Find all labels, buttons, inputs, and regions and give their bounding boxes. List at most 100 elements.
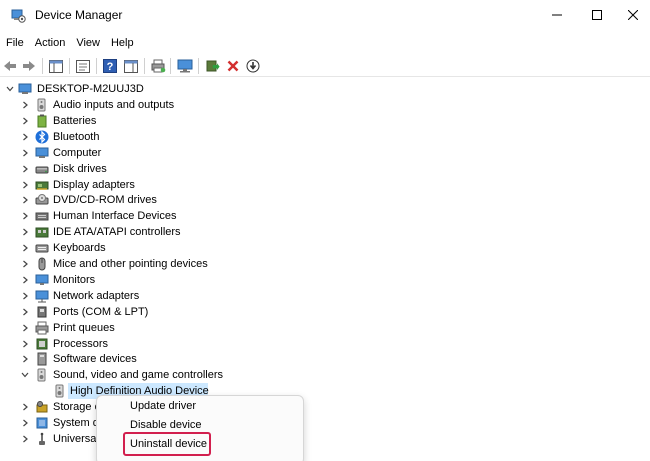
chevron-right-icon[interactable] — [20, 418, 30, 428]
close-button[interactable] — [614, 0, 650, 30]
tree-item-processors[interactable]: Processors — [0, 336, 300, 352]
tree-item-ports-com-lpt[interactable]: Ports (COM & LPT) — [0, 304, 300, 320]
tree-item-label: Display adapters — [53, 179, 135, 191]
menu-update-driver[interactable]: Update driver — [130, 400, 196, 412]
speaker-icon — [55, 384, 64, 398]
chevron-right-icon[interactable] — [20, 434, 30, 444]
properties-icon — [76, 59, 90, 73]
tree-item-batteries[interactable]: Batteries — [0, 113, 300, 129]
enable-device-button[interactable] — [244, 57, 262, 75]
tree-item-label: Print queues — [53, 322, 115, 334]
tree-item-label: Sound, video and game controllers — [53, 369, 223, 381]
tree-item-network-adapters[interactable]: Network adapters — [0, 288, 300, 304]
tree-item-label: Keyboards — [53, 242, 106, 254]
tree-item-label: IDE ATA/ATAPI controllers — [53, 226, 181, 238]
scan-hardware-changes-button[interactable] — [176, 57, 194, 75]
menu-disable-device[interactable]: Disable device — [130, 419, 202, 431]
chevron-right-icon[interactable] — [20, 132, 30, 142]
usb-icon — [39, 432, 45, 445]
tree-item-software-devices[interactable]: Software devices — [0, 351, 300, 367]
tree-item-ide-ata-atapi-controllers[interactable]: IDE ATA/ATAPI controllers — [0, 224, 300, 240]
chevron-right-icon[interactable] — [20, 402, 30, 412]
chevron-right-icon[interactable] — [20, 323, 30, 333]
menu-action[interactable]: Action — [29, 34, 71, 54]
storage-icon — [36, 401, 48, 413]
display-adapter-icon — [35, 181, 49, 190]
show-hide-console-tree-button[interactable] — [47, 57, 65, 75]
tree-item-sound-video-and-game-controllers[interactable]: Sound, video and game controllers — [0, 367, 300, 383]
tree-item-label: Batteries — [53, 115, 97, 127]
uninstall-device-button[interactable] — [224, 57, 242, 75]
chevron-right-icon[interactable] — [20, 291, 30, 301]
tree-item-computer[interactable]: Computer — [0, 145, 300, 161]
update-driver-icon — [206, 60, 220, 72]
chevron-right-icon[interactable] — [20, 243, 30, 253]
action-pane-icon — [124, 59, 138, 73]
forward-arrow-icon — [23, 61, 35, 71]
maximize-button[interactable] — [578, 0, 616, 30]
tree-item-label: System d — [53, 417, 99, 429]
chevron-right-icon[interactable] — [20, 354, 30, 364]
chevron-right-icon[interactable] — [20, 195, 30, 205]
chevron-right-icon[interactable] — [20, 339, 30, 349]
tree-item-monitors[interactable]: Monitors — [0, 272, 300, 288]
menu-bar: File Action View Help — [0, 34, 139, 54]
chevron-right-icon[interactable] — [20, 116, 30, 126]
tree-root[interactable]: DESKTOP-M2UUJ3D — [0, 81, 300, 97]
properties-button[interactable] — [74, 57, 92, 75]
back-arrow-icon — [4, 61, 16, 71]
tree-item-bluetooth[interactable]: Bluetooth — [0, 129, 300, 145]
scan-monitor-icon — [177, 59, 193, 73]
print-button[interactable] — [149, 57, 167, 75]
speaker-icon — [37, 368, 46, 382]
bluetooth-icon — [35, 130, 49, 144]
chevron-right-icon[interactable] — [20, 211, 30, 221]
chevron-down-icon[interactable] — [20, 370, 30, 380]
tree-item-mice-and-other-pointing-devices[interactable]: Mice and other pointing devices — [0, 256, 300, 272]
action-pane-button[interactable] — [122, 57, 140, 75]
tree-item-audio-inputs-and-outputs[interactable]: Audio inputs and outputs — [0, 97, 300, 113]
menu-file[interactable]: File — [0, 34, 29, 54]
chevron-right-icon[interactable] — [20, 164, 30, 174]
chevron-right-icon[interactable] — [20, 180, 30, 190]
tree-item-label: Disk drives — [53, 163, 107, 175]
uninstall-highlight-box — [123, 432, 211, 456]
back-button[interactable] — [1, 57, 19, 75]
tree-item-keyboards[interactable]: Keyboards — [0, 240, 300, 256]
tree-item-display-adapters[interactable]: Display adapters — [0, 177, 300, 193]
chevron-down-icon[interactable] — [5, 84, 15, 94]
tree-item-label: Software devices — [53, 353, 137, 365]
window-title: Device Manager — [35, 8, 123, 22]
battery-icon — [37, 114, 47, 128]
menu-help[interactable]: Help — [105, 34, 139, 54]
maximize-icon — [592, 10, 602, 20]
tree-item-label: Audio inputs and outputs — [53, 99, 175, 111]
title-bar: Device Manager — [0, 0, 650, 30]
tree-item-dvd-cd-rom-drives[interactable]: DVD/CD-ROM drives — [0, 192, 300, 208]
help-icon: ? — [103, 59, 117, 73]
forward-button[interactable] — [20, 57, 38, 75]
chevron-right-icon[interactable] — [20, 148, 30, 158]
tree-item-disk-drives[interactable]: Disk drives — [0, 161, 300, 177]
tree-item-label: Bluetooth — [53, 131, 100, 143]
chevron-right-icon[interactable] — [20, 275, 30, 285]
help-button[interactable]: ? — [101, 57, 119, 75]
port-icon — [37, 306, 47, 318]
chevron-right-icon[interactable] — [20, 259, 30, 269]
chevron-right-icon[interactable] — [20, 307, 30, 317]
keyboard-icon — [35, 244, 49, 253]
device-manager-icon — [11, 9, 26, 23]
menu-view[interactable]: View — [70, 34, 105, 54]
chevron-right-icon[interactable] — [20, 227, 30, 237]
network-adapter-icon — [35, 290, 49, 303]
tree-item-label: Monitors — [53, 274, 96, 286]
tree-item-human-interface-devices[interactable]: Human Interface Devices — [0, 208, 300, 224]
minimize-button[interactable] — [538, 0, 576, 30]
chevron-right-icon[interactable] — [20, 100, 30, 110]
update-driver-button[interactable] — [204, 57, 222, 75]
tree-item-label: Network adapters — [53, 290, 140, 302]
tree-item-label: Computer — [53, 147, 102, 159]
download-circle-icon — [246, 59, 260, 73]
processor-icon — [36, 338, 48, 350]
tree-item-print-queues[interactable]: Print queues — [0, 320, 300, 336]
